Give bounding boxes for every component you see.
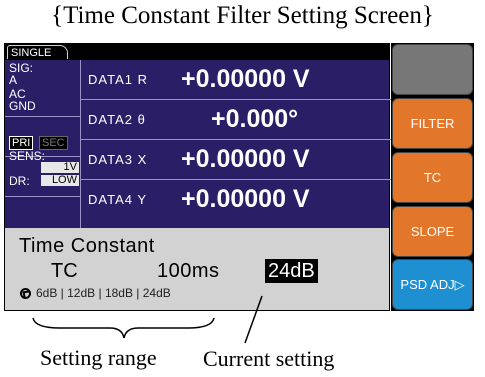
setting-range-caption: Setting range [40,345,157,370]
range-brace-icon [32,317,215,339]
current-setting-pointer-icon [244,295,263,344]
current-setting-caption: Current setting [203,346,335,371]
annotation-overlay [32,295,263,344]
